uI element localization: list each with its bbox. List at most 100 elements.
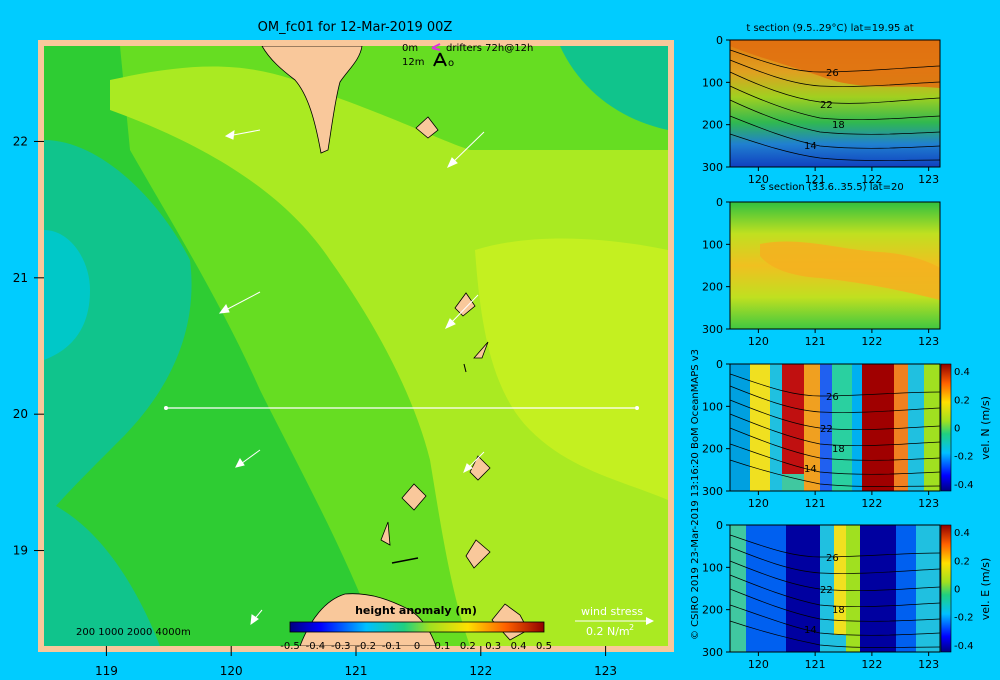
s-y-tick-label: 0 [716, 196, 723, 209]
colorbar-tick-label: 0.4 [511, 641, 527, 652]
vn-cbar-tick-label: -0.2 [954, 452, 974, 463]
ve-contour-label: 26 [826, 553, 839, 564]
t-y-tick-label: 300 [702, 161, 723, 174]
ve-band [746, 525, 786, 652]
t-section-title: t section (9.5..29°C) lat=19.95 at [746, 23, 913, 34]
ve-x-tick-label: 120 [748, 658, 769, 671]
s-section-title: s section (33.6..35.5) lat=20 [760, 182, 903, 193]
s-x-tick-label: 122 [861, 335, 882, 348]
ve-colorbar [940, 524, 952, 653]
t-section-panel: t section (9.5..29°C) lat=19.95 at 26 22… [702, 23, 941, 186]
vn-contour-label: 22 [820, 424, 833, 435]
map-y-tick-label: 22 [13, 134, 28, 148]
vn-band [782, 364, 804, 474]
map-x-tick-label: 119 [95, 664, 118, 678]
ocean-forecast-figure: OM_fc01 for 12-Mar-2019 00Z 0m drifters … [13, 20, 992, 678]
colorbar-tick-label: 0 [414, 641, 420, 652]
s-y-tick-label: 100 [702, 238, 723, 251]
s-y-tick-label: 200 [702, 281, 723, 294]
vn-contour-label: 14 [804, 464, 817, 475]
s-y-tick-label: 300 [702, 323, 723, 336]
colorbar-tick-label: -0.1 [382, 641, 402, 652]
ve-x-tick-label: 122 [861, 658, 882, 671]
ve-cbar-tick-label: -0.4 [954, 641, 974, 652]
ve-x-tick-label: 123 [918, 658, 939, 671]
map-y-tick-label: 21 [13, 271, 28, 285]
ve-y-tick-label: 0 [716, 519, 723, 532]
t-contour-label: 18 [832, 120, 845, 131]
ve-band [860, 525, 896, 652]
vn-cbar-tick-label: 0 [954, 424, 960, 435]
vn-x-tick-label: 121 [805, 497, 826, 510]
vn-band [770, 364, 782, 491]
ve-y-tick-label: 100 [702, 561, 723, 574]
vn-band [750, 364, 770, 491]
ve-cbar-tick-label: -0.2 [954, 613, 974, 624]
colorbar-tick-label: 0.3 [485, 641, 501, 652]
main-map-plot [44, 46, 668, 646]
vn-band [862, 364, 894, 491]
t-contour-label: 26 [826, 68, 839, 79]
vn-x-tick-label: 122 [861, 497, 882, 510]
wind-stress-value: 0.2 N/m [586, 625, 630, 638]
s-section-panel: s section (33.6..35.5) lat=20 120 121 122 1… [702, 182, 941, 348]
ve-cbar-tick-label: 0.2 [954, 556, 970, 567]
colorbar-ramp [289, 621, 545, 633]
section-line-end [635, 406, 639, 410]
ve-contour-label: 22 [820, 585, 833, 596]
vn-x-tick-label: 123 [918, 497, 939, 510]
vn-band [894, 364, 908, 491]
t-contour-label: 14 [804, 141, 817, 152]
ve-cbar-tick-label: 0.4 [954, 528, 970, 539]
ve-band [834, 525, 846, 635]
drifter-label-72h: drifters 72h@12h [446, 43, 533, 54]
ve-section-panel: 26 22 18 14 120 121 122 1230100200300 0.40.… [702, 519, 992, 671]
map-x-tick-label: 123 [594, 664, 617, 678]
colorbar-title: height anomaly (m) [355, 604, 477, 617]
s-x-tick-label: 121 [805, 335, 826, 348]
ve-contour-label: 18 [832, 605, 845, 616]
vn-y-tick-label: 300 [702, 485, 723, 498]
vn-band [852, 364, 862, 491]
ve-colorbar-ticks: 0.4 0.2 0 -0.2 -0.4 [954, 528, 974, 652]
vn-cbar-tick-label: -0.4 [954, 480, 974, 491]
t-y-tick-label: 100 [702, 76, 723, 89]
colorbar-tick-label: -0.2 [356, 641, 376, 652]
colorbar-tick-label: 0.2 [460, 641, 476, 652]
vn-colorbar-label: vel. N (m/s) [979, 396, 992, 460]
colorbar-tick-label: 0.1 [434, 641, 450, 652]
ve-y-tick-label: 200 [702, 604, 723, 617]
s-x-tick-label: 123 [918, 335, 939, 348]
map-x-tick-label: 120 [220, 664, 243, 678]
credit-label: © CSIRO 2019 23-Mar-2019 13:16:20 BoM Oc… [690, 349, 701, 640]
s-x-tick-label: 120 [748, 335, 769, 348]
vn-colorbar-ticks: 0.4 0.2 0 -0.2 -0.4 [954, 367, 974, 491]
vn-band [832, 364, 852, 491]
ve-colorbar-label: vel. E (m/s) [979, 558, 992, 621]
ve-band [730, 525, 746, 652]
vn-contour-label: 18 [832, 444, 845, 455]
drifter-depth-0m: 0m [402, 43, 418, 54]
vn-y-tick-label: 100 [702, 400, 723, 413]
main-map-title: OM_fc01 for 12-Mar-2019 00Z [258, 20, 453, 35]
section-line-start [164, 406, 168, 410]
vn-band [730, 364, 750, 491]
colorbar-ticks: -0.5 -0.4 -0.3 -0.2 -0.1 0 0.1 0.2 0.3 0.4 0.5 [280, 641, 552, 652]
t-contour-label: 22 [820, 100, 833, 111]
vn-y-tick-label: 0 [716, 358, 723, 371]
vn-cbar-tick-label: 0.2 [954, 395, 970, 406]
t-y-tick-label: 0 [716, 34, 723, 47]
vn-y-tick-label: 200 [702, 443, 723, 456]
ve-x-tick-label: 121 [805, 658, 826, 671]
vn-x-tick-label: 120 [748, 497, 769, 510]
vn-section-panel: 26 22 18 14 120 121 122 1230100200300 0.40.… [702, 358, 992, 510]
t-x-tick-label: 123 [918, 173, 939, 186]
colorbar-tick-label: 0.5 [536, 641, 552, 652]
map-y-tick-label: 20 [13, 407, 28, 421]
vn-cbar-tick-label: 0.4 [954, 367, 970, 378]
depth-scale: 200 1000 2000 4000m [76, 627, 191, 638]
map-x-tick-label: 121 [345, 664, 368, 678]
map-y-tick-label: 19 [13, 544, 28, 558]
colorbar-tick-label: -0.3 [331, 641, 351, 652]
map-x-tick-label: 122 [469, 664, 492, 678]
